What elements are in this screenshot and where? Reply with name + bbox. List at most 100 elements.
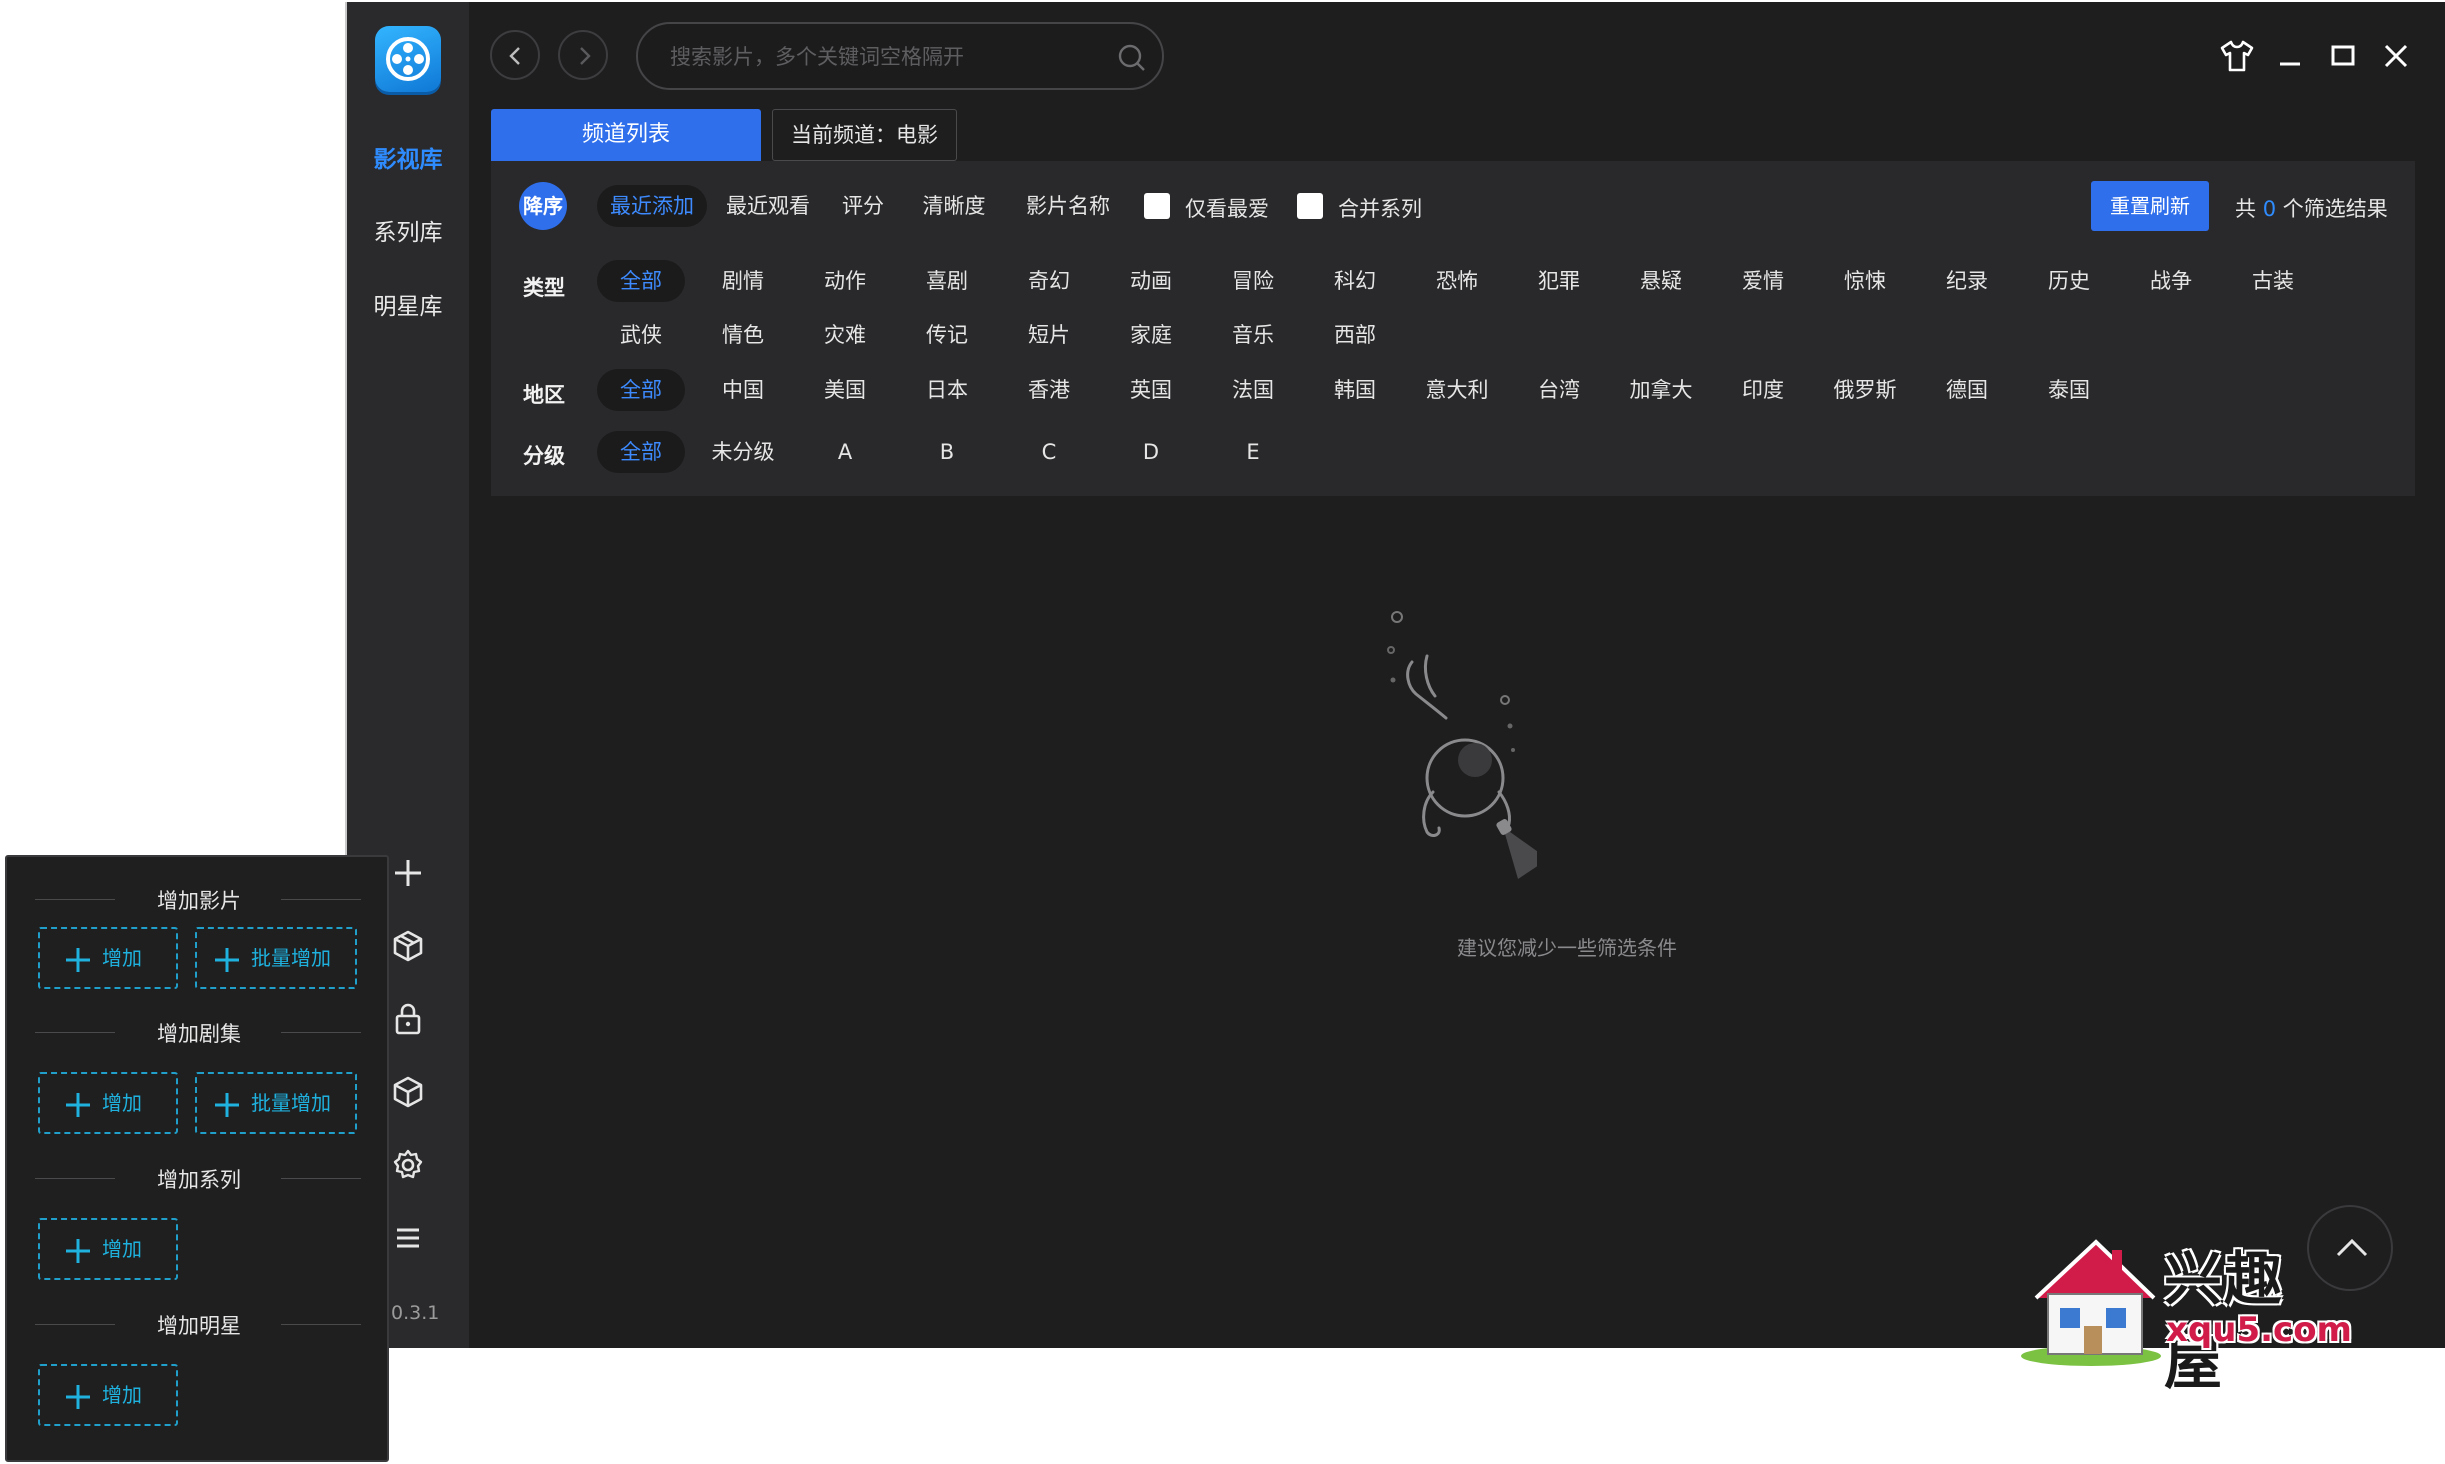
sidebar-item-stars[interactable]: 明星库 (347, 287, 469, 321)
add-episode-title: 增加剧集 (157, 1022, 241, 1046)
search-input[interactable] (668, 40, 1092, 74)
sidebar-item-series[interactable]: 系列库 (347, 213, 469, 247)
genre-option[interactable]: 情色 (699, 314, 787, 356)
box-icon[interactable] (390, 928, 426, 964)
genre-option[interactable]: 纪录 (1923, 260, 2011, 302)
region-option[interactable]: 中国 (699, 369, 787, 411)
search-icon[interactable] (1116, 42, 1148, 74)
region-option[interactable]: 英国 (1107, 369, 1195, 411)
rating-option[interactable]: A (801, 431, 889, 473)
app-logo-icon[interactable] (375, 26, 441, 92)
genre-option[interactable]: 犯罪 (1515, 260, 1603, 302)
sort-option[interactable]: 最近观看 (718, 185, 818, 227)
genre-option[interactable]: 冒险 (1209, 260, 1297, 302)
genre-option[interactable]: 灾难 (801, 314, 889, 356)
genre-option[interactable]: 奇幻 (1005, 260, 1093, 302)
genre-option[interactable]: 古装 (2229, 260, 2317, 302)
region-option[interactable]: 德国 (1923, 369, 2011, 411)
region-option[interactable]: 台湾 (1515, 369, 1603, 411)
menu-icon[interactable] (390, 1220, 426, 1256)
genre-option[interactable]: 悬疑 (1617, 260, 1705, 302)
region-option[interactable]: 俄罗斯 (1821, 369, 1909, 411)
lock-icon[interactable] (390, 1001, 426, 1037)
genre-option[interactable]: 科幻 (1311, 260, 1399, 302)
rating-label: 分级 (523, 444, 565, 468)
batch-add-episode-label: 批量增加 (251, 1091, 331, 1115)
genre-option[interactable]: 惊悚 (1821, 260, 1909, 302)
sort-order-toggle[interactable]: 降序 (519, 182, 567, 230)
genre-option[interactable]: 动作 (801, 260, 889, 302)
genre-option[interactable]: 西部 (1311, 314, 1399, 356)
add-series-title: 增加系列 (157, 1168, 241, 1192)
plus-icon (66, 1385, 90, 1409)
add-movie-title: 增加影片 (157, 889, 241, 913)
gear-icon[interactable] (390, 1147, 426, 1183)
genre-option[interactable]: 传记 (903, 314, 991, 356)
genre-option[interactable]: 喜剧 (903, 260, 991, 302)
genre-option[interactable]: 全部 (597, 260, 685, 302)
genre-option[interactable]: 短片 (1005, 314, 1093, 356)
sort-option[interactable]: 最近添加 (597, 185, 707, 227)
region-option[interactable]: 美国 (801, 369, 889, 411)
maximize-icon[interactable] (2325, 38, 2361, 74)
filter-panel: 降序 最近添加 最近观看 评分 清晰度 影片名称 仅看最爱 合并系列 重置刷新 … (491, 161, 2415, 496)
close-icon[interactable] (2378, 38, 2414, 74)
region-option[interactable]: 香港 (1005, 369, 1093, 411)
genre-option[interactable]: 战争 (2127, 260, 2215, 302)
house-logo-icon (2021, 1239, 2161, 1366)
region-option[interactable]: 加拿大 (1617, 369, 1705, 411)
favorite-only-label: 仅看最爱 (1185, 197, 1269, 221)
search-box (636, 22, 1164, 90)
favorite-only-checkbox[interactable] (1144, 193, 1170, 219)
region-option[interactable]: 日本 (903, 369, 991, 411)
rating-option[interactable]: 未分级 (699, 431, 787, 473)
batch-add-episode-button[interactable]: 批量增加 (195, 1072, 357, 1134)
region-option[interactable]: 印度 (1719, 369, 1807, 411)
genre-option[interactable]: 动画 (1107, 260, 1195, 302)
scroll-top-icon (2336, 1238, 2368, 1257)
genre-option[interactable]: 武侠 (597, 314, 685, 356)
watermark: 兴趣屋 xqu5.com (2016, 1228, 2352, 1397)
add-series-button[interactable]: 增加 (38, 1218, 178, 1280)
genre-option[interactable]: 历史 (2025, 260, 2113, 302)
skin-icon[interactable] (2219, 38, 2255, 74)
region-label: 地区 (523, 383, 565, 407)
add-star-button[interactable]: 增加 (38, 1364, 178, 1426)
sort-option[interactable]: 影片名称 (1013, 185, 1123, 227)
add-star-label: 增加 (102, 1383, 142, 1407)
sidebar-item-library[interactable]: 影视库 (347, 140, 469, 174)
add-menu-panel: 增加影片 增加 批量增加 增加剧集 增加 批量增加 增加系列 增加 增加明星 增… (5, 855, 389, 1462)
region-option[interactable]: 法国 (1209, 369, 1297, 411)
minimize-icon[interactable] (2272, 38, 2308, 74)
genre-label: 类型 (523, 276, 565, 300)
rating-option[interactable]: E (1209, 431, 1297, 473)
rating-option[interactable]: C (1005, 431, 1093, 473)
genre-option[interactable]: 恐怖 (1413, 260, 1501, 302)
rating-option[interactable]: D (1107, 431, 1195, 473)
genre-option[interactable]: 爱情 (1719, 260, 1807, 302)
add-episode-button[interactable]: 增加 (38, 1072, 178, 1134)
region-option[interactable]: 全部 (597, 369, 685, 411)
plus-icon[interactable] (390, 855, 426, 891)
add-movie-button[interactable]: 增加 (38, 927, 178, 989)
rating-option[interactable]: B (903, 431, 991, 473)
reset-refresh-button[interactable]: 重置刷新 (2091, 181, 2209, 231)
back-button[interactable] (490, 30, 540, 80)
empty-state-text: 建议您减少一些筛选条件 (1457, 936, 1677, 960)
add-series-label: 增加 (102, 1237, 142, 1261)
region-option[interactable]: 泰国 (2025, 369, 2113, 411)
batch-add-movie-button[interactable]: 批量增加 (195, 927, 357, 989)
plus-icon (215, 948, 239, 972)
cube-icon[interactable] (390, 1074, 426, 1110)
region-option[interactable]: 意大利 (1413, 369, 1501, 411)
genre-option[interactable]: 音乐 (1209, 314, 1297, 356)
sort-option[interactable]: 清晰度 (909, 185, 999, 227)
merge-series-checkbox[interactable] (1297, 193, 1323, 219)
forward-button[interactable] (558, 30, 608, 80)
sort-option[interactable]: 评分 (823, 185, 903, 227)
genre-option[interactable]: 家庭 (1107, 314, 1195, 356)
region-option[interactable]: 韩国 (1311, 369, 1399, 411)
tab-channel-list[interactable]: 频道列表 (491, 109, 761, 161)
genre-option[interactable]: 剧情 (699, 260, 787, 302)
rating-option[interactable]: 全部 (597, 431, 685, 473)
